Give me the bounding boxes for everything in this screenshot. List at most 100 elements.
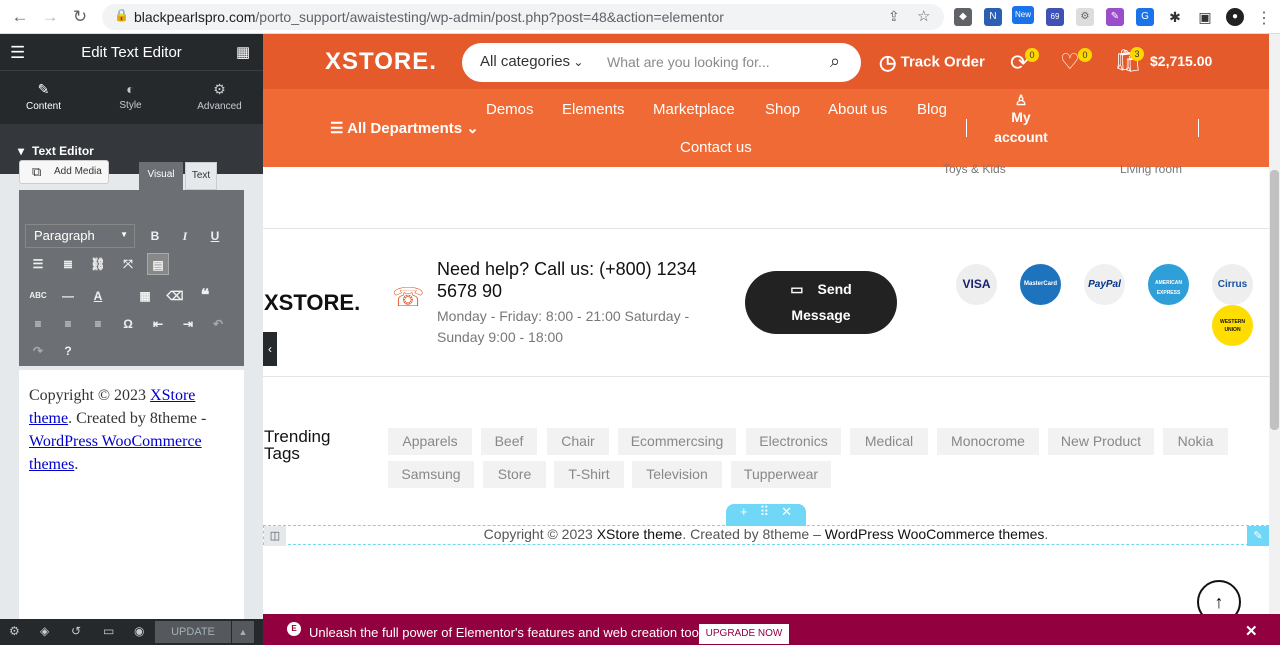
menu-demos[interactable]: Demos (486, 101, 534, 118)
update-button[interactable]: UPDATE (155, 621, 231, 643)
link-icon[interactable]: ⛓ (87, 253, 109, 275)
close-icon[interactable]: ✕ (1245, 622, 1258, 640)
bookmark-star-icon[interactable]: ☆ (917, 7, 930, 25)
site-logo[interactable]: XSTORE. (325, 48, 437, 76)
tag-link[interactable]: Beef (481, 428, 537, 455)
fullscreen-icon[interactable]: ⤧ (117, 253, 139, 275)
tag-link[interactable]: Medical (850, 428, 928, 455)
edit-widget-icon[interactable]: ✎ (1247, 526, 1269, 546)
strikethrough-icon[interactable]: ABC (27, 285, 49, 307)
visual-tab[interactable]: Visual (139, 162, 183, 190)
undo-icon[interactable]: ↶ (207, 313, 229, 335)
tag-link[interactable]: Samsung (388, 461, 474, 488)
special-character-icon[interactable]: Ω (117, 313, 139, 335)
search-bar[interactable]: All categories ⌄ What are you looking fo… (462, 43, 861, 82)
menu-elements[interactable]: Elements (562, 101, 625, 118)
bullet-list-icon[interactable]: ☰ (27, 253, 49, 275)
kitchen-sink-icon[interactable]: ▤ (147, 253, 169, 275)
extension-n-icon[interactable]: N (984, 8, 1002, 26)
align-left-icon[interactable]: ≡ (27, 313, 49, 335)
copyright-link[interactable]: WordPress WooCommerce themes (825, 526, 1045, 542)
forward-icon[interactable]: → (40, 7, 60, 27)
share-icon[interactable]: ⇪ (888, 8, 900, 25)
reload-icon[interactable]: ↻ (70, 7, 90, 27)
cart-total[interactable]: $2,715.00 (1150, 53, 1212, 69)
search-icon[interactable]: ⌕ (830, 51, 840, 72)
heart-icon[interactable]: ♡ (1060, 49, 1080, 75)
all-departments[interactable]: ☰ All Departments ⌄ (330, 119, 479, 137)
my-account-link[interactable]: ♙ My account (991, 93, 1051, 147)
profile-avatar[interactable]: ● (1226, 8, 1244, 26)
settings-icon[interactable]: ⚙ (9, 624, 20, 638)
help-icon[interactable]: ? (57, 340, 79, 362)
puzzle-icon[interactable]: ✱ (1166, 8, 1184, 26)
translate-icon[interactable]: G (1136, 8, 1154, 26)
tag-link[interactable]: Chair (547, 428, 609, 455)
tag-link[interactable]: New Product (1048, 428, 1154, 455)
graduation-icon[interactable]: 69 (1046, 8, 1064, 26)
menu-marketplace[interactable]: Marketplace (653, 101, 735, 118)
preview-eye-icon[interactable]: ◉ (134, 624, 144, 638)
new-extension-icon[interactable]: New (1012, 6, 1034, 24)
tag-link[interactable]: Monocrome (937, 428, 1039, 455)
widgets-grid-icon[interactable]: ▦ (236, 43, 250, 61)
copyright-brand[interactable]: XStore theme (597, 526, 683, 542)
category-select[interactable]: All categories ⌄ (480, 53, 583, 70)
menu-about[interactable]: About us (828, 101, 887, 118)
search-input[interactable]: What are you looking for... (607, 54, 770, 70)
paste-text-icon[interactable]: ▦ (134, 285, 156, 307)
caret-up-icon[interactable]: ▲ (232, 621, 254, 643)
numbered-list-icon[interactable]: ≣ (57, 253, 79, 275)
extension-gear-icon[interactable]: ⚙ (1076, 8, 1094, 26)
tab-label: Advanced (197, 101, 242, 112)
url-path: /porto_support/awaistesting/wp-admin/pos… (255, 9, 724, 25)
indent-icon[interactable]: ⇥ (177, 313, 199, 335)
navigator-icon[interactable]: ◈ (40, 624, 49, 638)
track-order-link[interactable]: ◷ Track Order (879, 50, 985, 75)
horizontal-rule-icon[interactable]: — (57, 285, 79, 307)
back-icon[interactable]: ← (10, 7, 30, 27)
menu-blog[interactable]: Blog (917, 101, 947, 118)
tag-link[interactable]: Electronics (746, 428, 841, 455)
bold-icon[interactable]: B (144, 225, 166, 247)
tag-link[interactable]: Ecommercsing (618, 428, 736, 455)
redo-icon[interactable]: ↷ (27, 340, 49, 362)
send-message-button[interactable]: ▭ Send Message (745, 271, 897, 334)
history-icon[interactable]: ↺ (71, 624, 81, 638)
add-icon[interactable]: + (740, 504, 748, 519)
tag-link[interactable]: Apparels (388, 428, 472, 455)
section-handle[interactable]: + ⠿ ✕ (726, 504, 806, 526)
menu-dots-icon[interactable]: ⋮ (1256, 8, 1272, 28)
align-center-icon[interactable]: ≡ (57, 313, 79, 335)
footer-logo[interactable]: XSTORE. (264, 290, 360, 316)
tag-link[interactable]: T-Shirt (554, 461, 624, 488)
paragraph-select[interactable]: Paragraph ▼ (25, 224, 135, 248)
text-color-icon[interactable]: A (87, 285, 109, 307)
align-right-icon[interactable]: ≡ (87, 313, 109, 335)
upgrade-button[interactable]: UPGRADE NOW (699, 624, 789, 644)
add-media-button[interactable]: ⧉ Add Media (19, 160, 109, 184)
underline-icon[interactable]: U (204, 225, 226, 247)
drag-icon[interactable]: ⠿ (760, 504, 770, 519)
tag-link[interactable]: Nokia (1163, 428, 1228, 455)
eraser-icon[interactable]: ⌫ (164, 285, 186, 307)
tag-link[interactable]: Store (483, 461, 546, 488)
tag-link[interactable]: Tupperwear (731, 461, 831, 488)
scrollbar-thumb[interactable] (1270, 170, 1279, 430)
tag-link[interactable]: Television (632, 461, 722, 488)
extension-icon[interactable]: ◆ (954, 8, 972, 26)
blockquote-icon[interactable]: ❝ (194, 285, 216, 307)
collapse-panel-icon[interactable]: ‹ (263, 332, 277, 366)
close-icon[interactable]: ✕ (781, 504, 792, 519)
menu-shop[interactable]: Shop (765, 101, 800, 118)
text-tab[interactable]: Text (185, 162, 217, 190)
editor-content[interactable]: Copyright © 2023 XStore theme. Created b… (19, 370, 244, 640)
pen-extension-icon[interactable]: ✎ (1106, 8, 1124, 26)
outdent-icon[interactable]: ⇤ (147, 313, 169, 335)
menu-contact[interactable]: Contact us (680, 139, 752, 156)
responsive-icon[interactable]: ▭ (103, 624, 114, 638)
italic-icon[interactable]: I (174, 225, 196, 247)
sidepanel-icon[interactable]: ▣ (1196, 8, 1214, 26)
address-bar[interactable]: 🔒 blackpearlspro.com/porto_support/awais… (102, 4, 944, 30)
editor-link-woocommerce[interactable]: WordPress WooCommerce themes (29, 433, 202, 473)
